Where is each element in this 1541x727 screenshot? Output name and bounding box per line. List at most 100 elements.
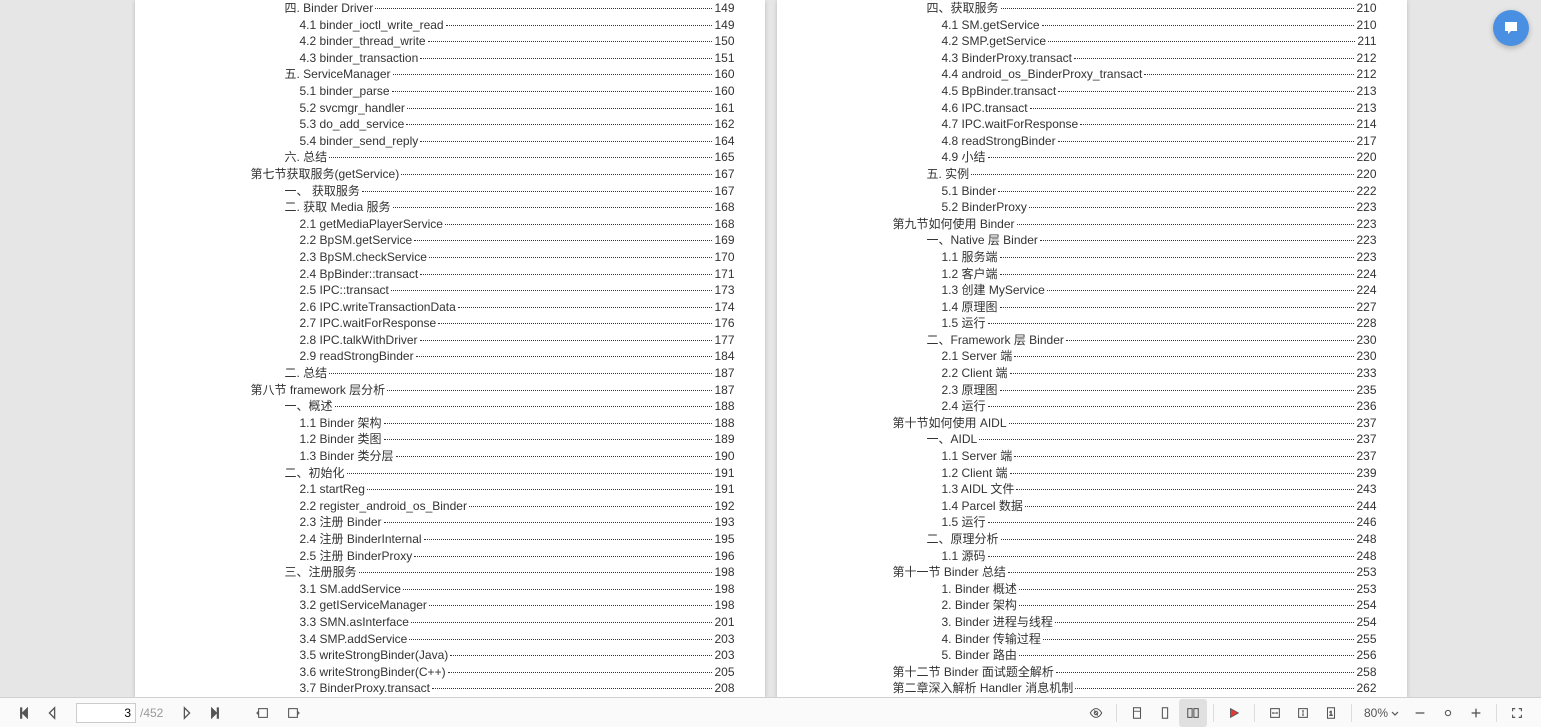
toc-entry[interactable]: 3. Binder 进程与线程254 (807, 614, 1377, 631)
toc-entry[interactable]: 第十节如何使用 AIDL237 (807, 415, 1377, 432)
toc-entry[interactable]: 1.1 服务端223 (807, 249, 1377, 266)
fit-page-button[interactable] (1289, 699, 1317, 727)
toc-entry[interactable]: 5.1 binder_parse160 (165, 83, 735, 100)
toc-entry[interactable]: 4.2 binder_thread_write150 (165, 33, 735, 50)
toc-entry[interactable]: 二、初始化191 (165, 465, 735, 482)
toc-entry[interactable]: 5.1 Binder222 (807, 183, 1377, 200)
toc-entry[interactable]: 3.2 getIServiceManager198 (165, 597, 735, 614)
toc-entry[interactable]: 4. Binder 传输过程255 (807, 631, 1377, 648)
toc-entry[interactable]: 第八节 framework 层分析187 (165, 382, 735, 399)
toc-entry[interactable]: 1.2 客户端224 (807, 266, 1377, 283)
toc-entry[interactable]: 4.9 小结220 (807, 149, 1377, 166)
slideshow-button[interactable] (1220, 699, 1248, 727)
toc-entry[interactable]: 2.4 运行236 (807, 398, 1377, 415)
toc-entry[interactable]: 1.3 Binder 类分层190 (165, 448, 735, 465)
toc-entry[interactable]: 2.2 BpSM.getService169 (165, 232, 735, 249)
toc-entry[interactable]: 1.1 Server 端237 (807, 448, 1377, 465)
toc-entry[interactable]: 4.1 binder_ioctl_write_read149 (165, 17, 735, 34)
toc-entry[interactable]: 1.1 Binder 架构188 (165, 415, 735, 432)
toc-entry[interactable]: 一、Native 层 Binder223 (807, 232, 1377, 249)
toc-entry[interactable]: 2.1 getMediaPlayerService168 (165, 216, 735, 233)
toc-entry[interactable]: 一、AIDL237 (807, 431, 1377, 448)
toc-entry[interactable]: 1.4 Parcel 数据244 (807, 498, 1377, 515)
toc-entry[interactable]: 3.5 writeStrongBinder(Java)203 (165, 647, 735, 664)
toc-entry[interactable]: 第十一节 Binder 总结253 (807, 564, 1377, 581)
toc-entry[interactable]: 4.1 SM.getService210 (807, 17, 1377, 34)
toc-entry[interactable]: 4.7 IPC.waitForResponse214 (807, 116, 1377, 133)
prev-page-button[interactable] (38, 699, 66, 727)
zoom-slider-button[interactable] (1434, 699, 1462, 727)
toc-entry[interactable]: 2.1 Server 端230 (807, 348, 1377, 365)
toc-entry[interactable]: 四. Binder Driver149 (165, 0, 735, 17)
toc-entry[interactable]: 2.4 注册 BinderInternal195 (165, 531, 735, 548)
toc-entry[interactable]: 5.2 BinderProxy223 (807, 199, 1377, 216)
zoom-out-button[interactable] (1406, 699, 1434, 727)
toc-entry[interactable]: 2.2 register_android_os_Binder192 (165, 498, 735, 515)
zoom-level-label[interactable]: 80% (1364, 706, 1400, 720)
toc-entry[interactable]: 一、 获取服务167 (165, 183, 735, 200)
toc-entry[interactable]: 2.6 IPC.writeTransactionData174 (165, 299, 735, 316)
toc-entry[interactable]: 4.5 BpBinder.transact213 (807, 83, 1377, 100)
toc-entry[interactable]: 2.3 BpSM.checkService170 (165, 249, 735, 266)
toc-entry[interactable]: 1.3 创建 MyService224 (807, 282, 1377, 299)
toc-entry[interactable]: 3.1 SM.addService198 (165, 581, 735, 598)
fit-width-button[interactable] (1261, 699, 1289, 727)
zoom-in-button[interactable] (1462, 699, 1490, 727)
toc-entry[interactable]: 2.1 startReg191 (165, 481, 735, 498)
toc-entry[interactable]: 4.2 SMP.getService211 (807, 33, 1377, 50)
current-page-input[interactable] (76, 703, 136, 723)
first-page-button[interactable] (10, 699, 38, 727)
toc-entry[interactable]: 第九节如何使用 Binder223 (807, 216, 1377, 233)
toc-entry[interactable]: 2.5 注册 BinderProxy196 (165, 548, 735, 565)
single-page-button[interactable] (1123, 699, 1151, 727)
rotate-left-button[interactable] (249, 699, 277, 727)
toc-entry[interactable]: 四、获取服务210 (807, 0, 1377, 17)
continuous-page-button[interactable] (1151, 699, 1179, 727)
toc-entry[interactable]: 3.4 SMP.addService203 (165, 631, 735, 648)
toc-entry[interactable]: 第十二节 Binder 面试题全解析258 (807, 664, 1377, 681)
toc-entry[interactable]: 2.8 IPC.talkWithDriver177 (165, 332, 735, 349)
last-page-button[interactable] (201, 699, 229, 727)
toc-entry[interactable]: 5. Binder 路由256 (807, 647, 1377, 664)
toc-entry[interactable]: 2. Binder 架构254 (807, 597, 1377, 614)
toc-entry[interactable]: 第二章深入解析 Handler 消息机制262 (807, 680, 1377, 697)
toc-entry[interactable]: 2.5 IPC::transact173 (165, 282, 735, 299)
toc-entry[interactable]: 2.2 Client 端233 (807, 365, 1377, 382)
toc-entry[interactable]: 1.5 运行246 (807, 514, 1377, 531)
toc-entry[interactable]: 3.6 writeStrongBinder(C++)205 (165, 664, 735, 681)
toc-entry[interactable]: 1.3 AIDL 文件243 (807, 481, 1377, 498)
toc-entry[interactable]: 五. ServiceManager160 (165, 66, 735, 83)
toc-entry[interactable]: 1.2 Binder 类图189 (165, 431, 735, 448)
toc-entry[interactable]: 二. 总结187 (165, 365, 735, 382)
toc-entry[interactable]: 1.5 运行228 (807, 315, 1377, 332)
next-page-button[interactable] (173, 699, 201, 727)
toc-entry[interactable]: 2.4 BpBinder::transact171 (165, 266, 735, 283)
toc-entry[interactable]: 4.6 IPC.transact213 (807, 100, 1377, 117)
toc-entry[interactable]: 六. 总结165 (165, 149, 735, 166)
toc-entry[interactable]: 1.2 Client 端239 (807, 465, 1377, 482)
toc-entry[interactable]: 1. Binder 概述253 (807, 581, 1377, 598)
toc-entry[interactable]: 4.3 BinderProxy.transact212 (807, 50, 1377, 67)
toc-entry[interactable]: 2.7 IPC.waitForResponse176 (165, 315, 735, 332)
toc-entry[interactable]: 1.4 原理图227 (807, 299, 1377, 316)
assistant-float-button[interactable] (1493, 10, 1529, 46)
toc-entry[interactable]: 2.3 原理图235 (807, 382, 1377, 399)
toc-entry[interactable]: 4.8 readStrongBinder217 (807, 133, 1377, 150)
toc-entry[interactable]: 3.7 BinderProxy.transact208 (165, 680, 735, 697)
toc-entry[interactable]: 2.3 注册 Binder193 (165, 514, 735, 531)
rotate-right-button[interactable] (279, 699, 307, 727)
toc-entry[interactable]: 二、Framework 层 Binder230 (807, 332, 1377, 349)
toc-entry[interactable]: 一、概述188 (165, 398, 735, 415)
toc-entry[interactable]: 5.4 binder_send_reply164 (165, 133, 735, 150)
toc-entry[interactable]: 4.3 binder_transaction151 (165, 50, 735, 67)
two-page-button[interactable] (1179, 699, 1207, 727)
toc-entry[interactable]: 4.4 android_os_BinderProxy_transact212 (807, 66, 1377, 83)
fullscreen-button[interactable] (1503, 699, 1531, 727)
toc-entry[interactable]: 二、原理分析248 (807, 531, 1377, 548)
toc-entry[interactable]: 1.1 源码248 (807, 548, 1377, 565)
toc-entry[interactable]: 五. 实例220 (807, 166, 1377, 183)
toc-entry[interactable]: 3.3 SMN.asInterface201 (165, 614, 735, 631)
toc-entry[interactable]: 二. 获取 Media 服务168 (165, 199, 735, 216)
toc-entry[interactable]: 5.2 svcmgr_handler161 (165, 100, 735, 117)
eye-protection-button[interactable] (1082, 699, 1110, 727)
